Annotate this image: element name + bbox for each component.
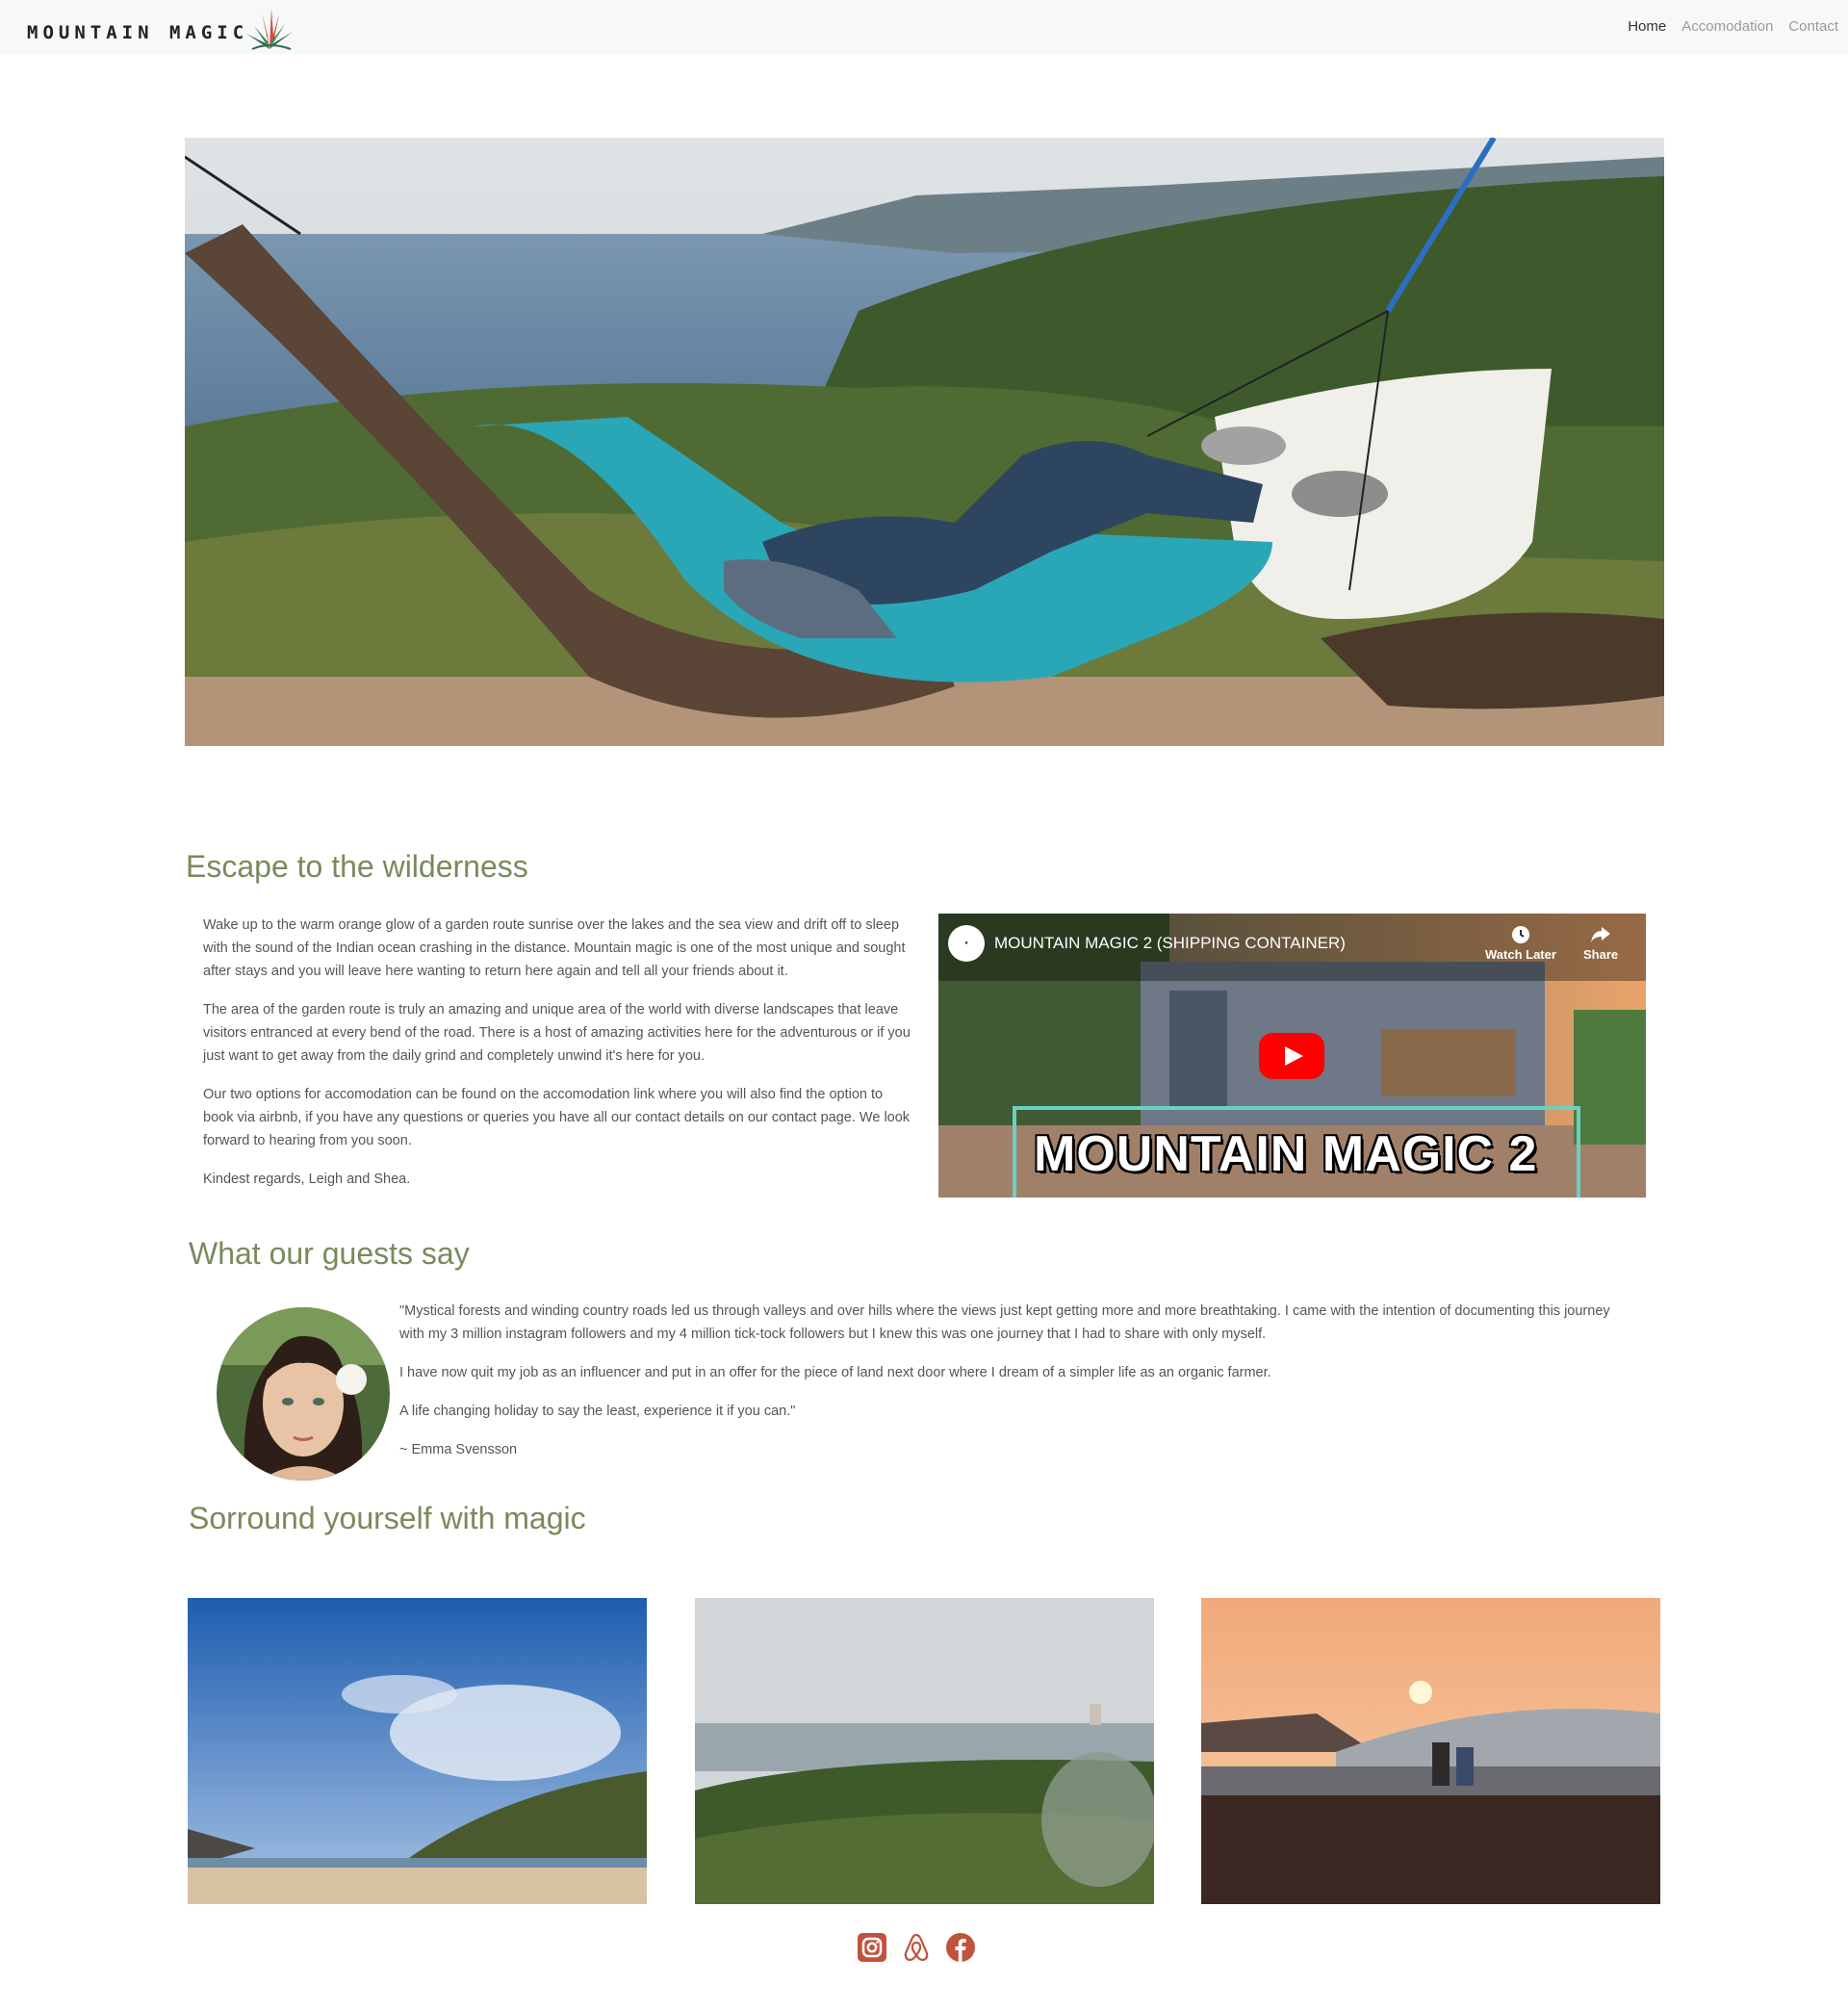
facebook-icon: [946, 1933, 975, 1962]
gallery-title: Sorround yourself with magic: [189, 1501, 586, 1535]
nav-link-accomodation[interactable]: Accomodation: [1681, 18, 1773, 35]
share-label: Share: [1583, 947, 1619, 962]
watch-later-button[interactable]: Watch Later: [1485, 925, 1556, 962]
facebook-link[interactable]: [945, 1932, 976, 1963]
quote-paragraph: I have now quit my job as an influencer …: [399, 1365, 1271, 1380]
gallery-image-beach: [188, 1598, 647, 1904]
testimonial-quote: "Mystical forests and winding country ro…: [399, 1300, 1631, 1477]
intro-title: Escape to the wilderness: [186, 849, 528, 884]
site-logo[interactable]: MOUNTAIN MAGIC: [27, 6, 296, 52]
share-icon: [1591, 927, 1611, 942]
aloe-plant-icon: [246, 9, 294, 50]
watch-later-label: Watch Later: [1485, 947, 1556, 962]
quote-paragraph: A life changing holiday to say the least…: [399, 1404, 796, 1419]
play-button[interactable]: [1259, 1033, 1324, 1079]
nav-links: Home Accomodation Contact: [1628, 18, 1838, 35]
video-banner: MOUNTAIN MAGIC 2: [1013, 1106, 1580, 1198]
navbar: MOUNTAIN MAGIC Home Accomodation Contact: [0, 0, 1848, 54]
video-banner-text: MOUNTAIN MAGIC 2: [1034, 1126, 1538, 1182]
intro-paragraph: Our two options for accomodation can be …: [203, 1087, 911, 1148]
nav-link-contact[interactable]: Contact: [1788, 18, 1838, 35]
quote-author: ~ Emma Svensson: [399, 1442, 518, 1457]
video-title-row: ● MOUNTAIN MAGIC 2 (SHIPPING CONTAINER): [948, 925, 1346, 962]
testimonials-title: What our guests say: [189, 1236, 470, 1271]
intro-paragraph: Wake up to the warm orange glow of a gar…: [203, 917, 906, 979]
gallery-image-coast: [695, 1598, 1154, 1904]
airbnb-icon: [904, 1933, 929, 1962]
instagram-icon: [858, 1933, 886, 1962]
quote-paragraph: "Mystical forests and winding country ro…: [399, 1303, 1610, 1342]
logo-text: MOUNTAIN MAGIC: [27, 22, 249, 43]
video-title[interactable]: MOUNTAIN MAGIC 2 (SHIPPING CONTAINER): [994, 934, 1346, 953]
clock-icon: [1511, 926, 1529, 943]
airbnb-link[interactable]: [901, 1932, 932, 1963]
channel-avatar[interactable]: ●: [948, 925, 985, 962]
nav-link-home[interactable]: Home: [1628, 18, 1666, 35]
hero-image: [185, 138, 1664, 746]
intro-signoff: Kindest regards, Leigh and Shea.: [203, 1172, 411, 1187]
social-links: [857, 1932, 976, 1963]
guest-avatar: [217, 1307, 390, 1481]
youtube-video-embed[interactable]: ● MOUNTAIN MAGIC 2 (SHIPPING CONTAINER) …: [938, 914, 1646, 1198]
gallery-image-sunset: [1201, 1598, 1660, 1904]
instagram-link[interactable]: [857, 1932, 887, 1963]
intro-text: Wake up to the warm orange glow of a gar…: [203, 914, 911, 1206]
share-button[interactable]: Share: [1583, 925, 1618, 962]
intro-paragraph: The area of the garden route is truly an…: [203, 1002, 911, 1064]
